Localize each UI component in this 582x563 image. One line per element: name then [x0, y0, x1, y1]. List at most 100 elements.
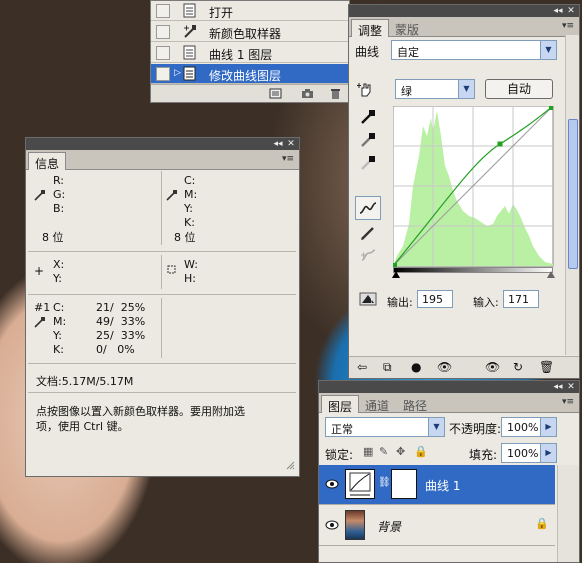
- tab-info[interactable]: 信息: [28, 152, 67, 171]
- input-gradient-bar: [393, 267, 553, 273]
- cmyk-k-label: K:: [184, 216, 195, 229]
- history-snapshot-checkbox[interactable]: [156, 4, 170, 18]
- lock-all-icon[interactable]: 🔒: [414, 445, 428, 458]
- history-item-open[interactable]: 打开: [151, 1, 349, 21]
- sampler-id: #1: [34, 301, 51, 314]
- h-label: H:: [184, 272, 196, 285]
- tab-adjustments[interactable]: 调整: [351, 19, 390, 38]
- output-value-field[interactable]: 195: [417, 290, 453, 308]
- cmyk-y-label: Y:: [184, 202, 193, 215]
- eyedropper-icon: [34, 190, 45, 201]
- reset-icon[interactable]: ↻: [513, 360, 523, 374]
- sampler-k-value: 0/ 0%: [96, 343, 135, 356]
- rgb-r-label: R:: [53, 174, 65, 187]
- history-snapshot-checkbox[interactable]: [156, 46, 170, 60]
- panel-menu-icon[interactable]: ▾≡: [561, 397, 575, 408]
- tab-paths[interactable]: 路径: [397, 395, 433, 413]
- history-snapshot-checkbox[interactable]: [156, 67, 170, 81]
- input-value-field[interactable]: 171: [503, 290, 539, 308]
- fill-label: 填充:: [469, 448, 498, 462]
- opacity-value: 100%: [507, 421, 539, 434]
- history-panel: 打开 新颜色取样器 曲线 1 图层 ▷ 修改曲线图层: [150, 0, 350, 103]
- visibility-eye-icon[interactable]: [325, 479, 339, 489]
- rgb-b-label: B:: [53, 202, 65, 215]
- curve-point-tool-button[interactable]: [355, 196, 381, 220]
- scrollbar-thumb[interactable]: [568, 119, 578, 269]
- lock-transparency-icon[interactable]: ▦: [363, 445, 373, 458]
- eyedropper-icon: [166, 190, 177, 201]
- divider: [28, 294, 296, 295]
- layers-scrollbar[interactable]: [557, 465, 579, 562]
- adjustments-scrollbar[interactable]: [565, 35, 579, 355]
- collapse-icon[interactable]: ◂◂: [273, 139, 283, 149]
- visibility-eye-icon[interactable]: [325, 520, 339, 530]
- opacity-field[interactable]: 100% ▶: [501, 417, 557, 437]
- smooth-curve-icon[interactable]: [359, 247, 377, 265]
- panel-titlebar[interactable]: ◂◂ ✕: [26, 138, 299, 150]
- tab-channels[interactable]: 通道: [359, 395, 395, 413]
- lock-position-icon[interactable]: ✥: [396, 445, 405, 458]
- close-icon[interactable]: ✕: [286, 139, 296, 149]
- black-input-slider[interactable]: [392, 271, 400, 278]
- history-snapshot-checkbox[interactable]: [156, 25, 170, 39]
- preset-select[interactable]: 自定 ▼: [391, 40, 557, 60]
- divider: [161, 171, 162, 245]
- white-input-slider[interactable]: [547, 271, 555, 278]
- white-point-eyedropper-icon[interactable]: [359, 154, 377, 172]
- panel-menu-icon[interactable]: ▾≡: [561, 21, 575, 32]
- layer-name: 背景: [377, 520, 402, 534]
- curves-graph[interactable]: [393, 106, 555, 272]
- blend-mode-select[interactable]: 正常 ▼: [325, 417, 445, 437]
- document-icon: [183, 3, 196, 18]
- fill-field[interactable]: 100% ▶: [501, 443, 557, 463]
- history-item-modify-curves[interactable]: ▷ 修改曲线图层: [151, 64, 349, 84]
- history-item-color-sampler[interactable]: 新颜色取样器: [151, 22, 349, 42]
- expanded-view-icon[interactable]: ⧉: [383, 360, 392, 375]
- gray-point-eyedropper-icon[interactable]: [359, 131, 377, 149]
- panel-menu-icon[interactable]: ▾≡: [281, 154, 295, 165]
- clip-to-layer-icon[interactable]: ●: [411, 360, 421, 374]
- on-image-adjust-hand-icon[interactable]: [357, 80, 375, 98]
- layer-row-curves[interactable]: ⛓ 曲线 1: [319, 465, 555, 505]
- chain-link-icon[interactable]: ⛓: [378, 477, 391, 488]
- history-item-curves-layer[interactable]: 曲线 1 图层: [151, 43, 349, 63]
- panel-titlebar[interactable]: ◂◂ ✕: [349, 5, 579, 17]
- back-arrow-icon[interactable]: ⇦: [357, 360, 367, 374]
- panel-titlebar[interactable]: ◂◂ ✕: [319, 381, 579, 393]
- crosshair-icon: +: [34, 264, 45, 278]
- close-icon[interactable]: ✕: [566, 6, 576, 16]
- visibility-eye-icon[interactable]: 👁: [437, 360, 452, 374]
- view-previous-state-icon[interactable]: 👁: [485, 360, 500, 374]
- layer-mask-thumbnail[interactable]: [391, 469, 417, 499]
- lock-image-icon[interactable]: ✎: [379, 445, 388, 458]
- collapse-icon[interactable]: ◂◂: [553, 382, 563, 392]
- hint-text-line1: 点按图像以置入新颜色取样器。要用附加选: [36, 405, 245, 418]
- trash-icon[interactable]: 🗑: [539, 360, 554, 374]
- resize-grip-icon[interactable]: [286, 461, 295, 470]
- adjustments-footer: ⇦ ⧉ ● 👁 👁 ↻ 🗑: [349, 356, 579, 378]
- collapse-icon[interactable]: ◂◂: [553, 6, 563, 16]
- clipping-warning-icon[interactable]: !: [359, 290, 377, 308]
- auto-button[interactable]: 自动: [485, 79, 553, 99]
- hint-text-line2: 项，使用 Ctrl 键。: [36, 420, 129, 433]
- layer-row-background[interactable]: 背景 🔒: [319, 506, 555, 546]
- pencil-draw-icon[interactable]: [359, 224, 377, 242]
- black-point-eyedropper-icon[interactable]: [359, 108, 377, 126]
- chevron-down-icon: ▼: [458, 80, 474, 98]
- info-panel: ◂◂ ✕ 信息 ▾≡ R: G: B: 8 位 C: M: Y: K: 8 位 …: [25, 137, 300, 477]
- divider: [28, 363, 296, 364]
- color-sampler-icon: [34, 317, 45, 328]
- color-sampler-icon: [184, 25, 196, 38]
- new-document-from-state-icon[interactable]: [269, 88, 282, 99]
- close-icon[interactable]: ✕: [566, 382, 576, 392]
- tab-masks[interactable]: 蒙版: [389, 19, 425, 37]
- channel-select[interactable]: 绿 ▼: [395, 79, 475, 99]
- camera-snapshot-icon[interactable]: [301, 88, 314, 99]
- cmyk-bit-depth: 8 位: [174, 231, 196, 244]
- fill-value: 100%: [507, 447, 539, 460]
- history-item-label: 打开: [209, 6, 234, 20]
- tab-layers[interactable]: 图层: [321, 395, 360, 414]
- divider: [28, 392, 296, 393]
- curve-control-point: [497, 141, 503, 147]
- trash-icon[interactable]: [329, 88, 342, 99]
